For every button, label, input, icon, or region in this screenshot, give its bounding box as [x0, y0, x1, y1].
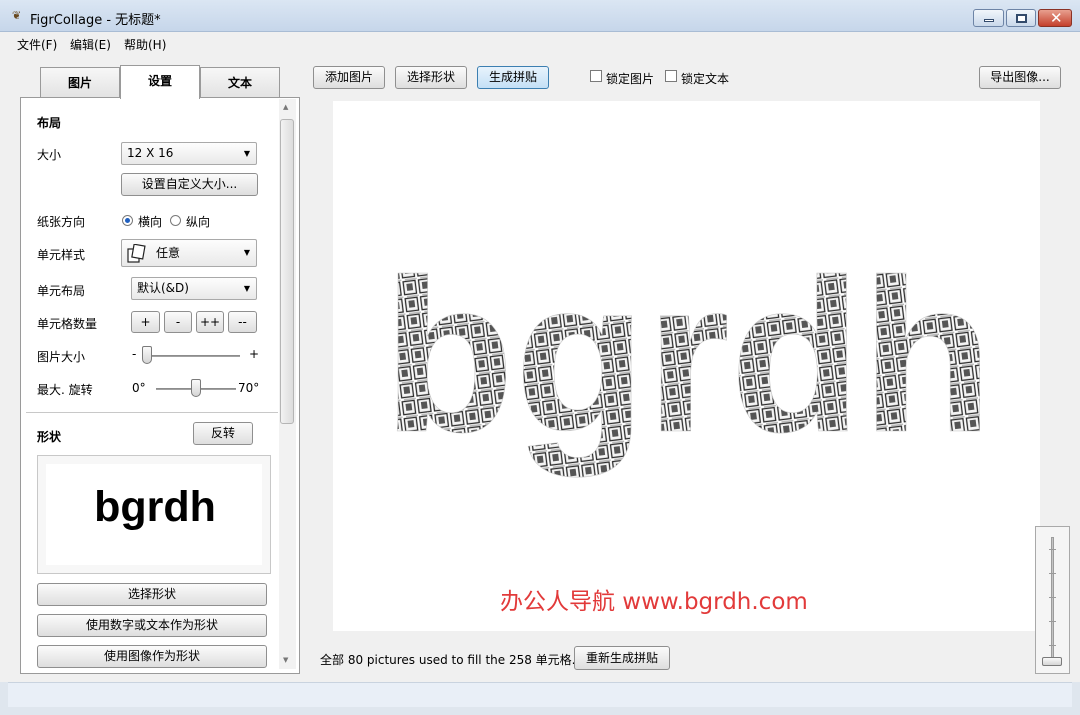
maximize-icon: [1016, 14, 1027, 23]
shape-preview-frame: bgrdh: [37, 455, 271, 574]
invert-button[interactable]: 反转: [193, 422, 253, 445]
cell-count-minus-minus-button[interactable]: --: [228, 311, 257, 333]
use-image-as-shape-button[interactable]: 使用图像作为形状: [37, 645, 267, 668]
custom-size-button[interactable]: 设置自定义大小...: [121, 173, 258, 196]
max-rotation-label: 最大. 旋转: [37, 383, 93, 397]
rotation-max-label: 70°: [238, 381, 260, 395]
orientation-portrait-label: 纵向: [186, 215, 211, 229]
menu-help[interactable]: 帮助(H): [124, 36, 166, 53]
image-size-min-label: -: [132, 347, 137, 361]
collage-text: bgrdh: [383, 235, 993, 478]
cell-style-icon: [127, 244, 146, 263]
collage-image: bgrdh: [383, 235, 994, 479]
scroll-up-icon[interactable]: ▲: [283, 103, 288, 111]
zoom-tick: [1049, 597, 1056, 598]
rotation-min-label: 0°: [132, 381, 146, 395]
orientation-label: 纸张方向: [37, 215, 86, 229]
zoom-tick: [1049, 549, 1056, 550]
status-message: 全部 80 pictures used to fill the 258 单元格.: [320, 653, 576, 667]
select-shape-button[interactable]: 选择形状: [395, 66, 467, 89]
cell-count-label: 单元格数量: [37, 317, 98, 331]
cell-layout-select[interactable]: 默认(&D) ▼: [131, 277, 257, 300]
app-icon: ❦: [12, 9, 22, 22]
export-image-button[interactable]: 导出图像...: [979, 66, 1061, 89]
rotation-slider-thumb[interactable]: [191, 379, 201, 397]
generate-collage-button[interactable]: 生成拼贴: [477, 66, 549, 89]
add-images-button[interactable]: 添加图片: [313, 66, 385, 89]
image-size-slider-track[interactable]: [143, 355, 240, 357]
use-text-as-shape-button[interactable]: 使用数字或文本作为形状: [37, 614, 267, 637]
status-strip: [8, 682, 1072, 707]
minimize-icon: [984, 19, 994, 22]
layout-section-title: 布局: [37, 116, 62, 130]
tab-text[interactable]: 文本: [200, 67, 280, 98]
select-shape-panel-button[interactable]: 选择形状: [37, 583, 267, 606]
title-bar: [0, 0, 1080, 32]
size-select[interactable]: 12 X 16 ▼: [121, 142, 257, 165]
regenerate-button[interactable]: 重新生成拼贴: [574, 646, 670, 670]
cell-count-plus-button[interactable]: +: [131, 311, 160, 333]
tab-images[interactable]: 图片: [40, 67, 120, 98]
section-divider: [26, 412, 278, 413]
menu-file[interactable]: 文件(F): [17, 36, 57, 53]
close-button[interactable]: ✕: [1038, 9, 1072, 27]
zoom-tick: [1049, 645, 1056, 646]
zoom-tick: [1049, 621, 1056, 622]
image-size-label: 图片大小: [37, 350, 86, 364]
orientation-portrait-radio[interactable]: [170, 215, 181, 226]
scroll-down-icon[interactable]: ▼: [283, 656, 288, 664]
close-icon: ✕: [1050, 9, 1063, 27]
cell-count-minus-button[interactable]: -: [164, 311, 192, 333]
collage-canvas[interactable]: bgrdh 办公人导航 www.bgrdh.com: [333, 101, 1040, 631]
lock-text-checkbox[interactable]: [665, 70, 677, 82]
window-title: FigrCollage - 无标题*: [30, 13, 161, 28]
lock-images-checkbox[interactable]: [590, 70, 602, 82]
lock-images-label: 锁定图片: [606, 72, 655, 86]
image-size-max-label: +: [249, 347, 260, 361]
size-label: 大小: [37, 148, 62, 162]
settings-scrollbar-thumb[interactable]: [280, 119, 294, 424]
maximize-button[interactable]: [1006, 9, 1036, 27]
settings-scrollbar[interactable]: ▲ ▼: [279, 99, 296, 669]
lock-text-label: 锁定文本: [681, 72, 730, 86]
zoom-slider-thumb[interactable]: [1042, 657, 1062, 666]
cell-count-plus-plus-button[interactable]: ++: [196, 311, 224, 333]
cell-style-select[interactable]: 任意 ▼: [121, 239, 257, 267]
cell-layout-value: 默认(&D): [137, 281, 189, 295]
zoom-slider[interactable]: [1035, 526, 1070, 674]
watermark-text: 办公人导航 www.bgrdh.com: [500, 589, 808, 615]
image-size-slider-thumb[interactable]: [142, 346, 152, 364]
cell-layout-label: 单元布局: [37, 284, 86, 298]
dropdown-arrow-icon: ▼: [243, 284, 250, 293]
shape-section-title: 形状: [37, 430, 62, 444]
minimize-button[interactable]: [973, 9, 1004, 27]
cell-style-label: 单元样式: [37, 248, 86, 262]
dropdown-arrow-icon: ▼: [243, 248, 250, 257]
zoom-tick: [1049, 573, 1056, 574]
size-value: 12 X 16: [127, 146, 174, 160]
orientation-landscape-label: 横向: [138, 215, 163, 229]
shape-preview-text: bgrdh: [94, 483, 216, 531]
menu-edit[interactable]: 编辑(E): [70, 36, 111, 53]
dropdown-arrow-icon: ▼: [243, 149, 250, 158]
cell-style-value: 任意: [156, 246, 181, 260]
tab-settings[interactable]: 设置: [120, 65, 200, 99]
orientation-landscape-radio[interactable]: [122, 215, 133, 226]
